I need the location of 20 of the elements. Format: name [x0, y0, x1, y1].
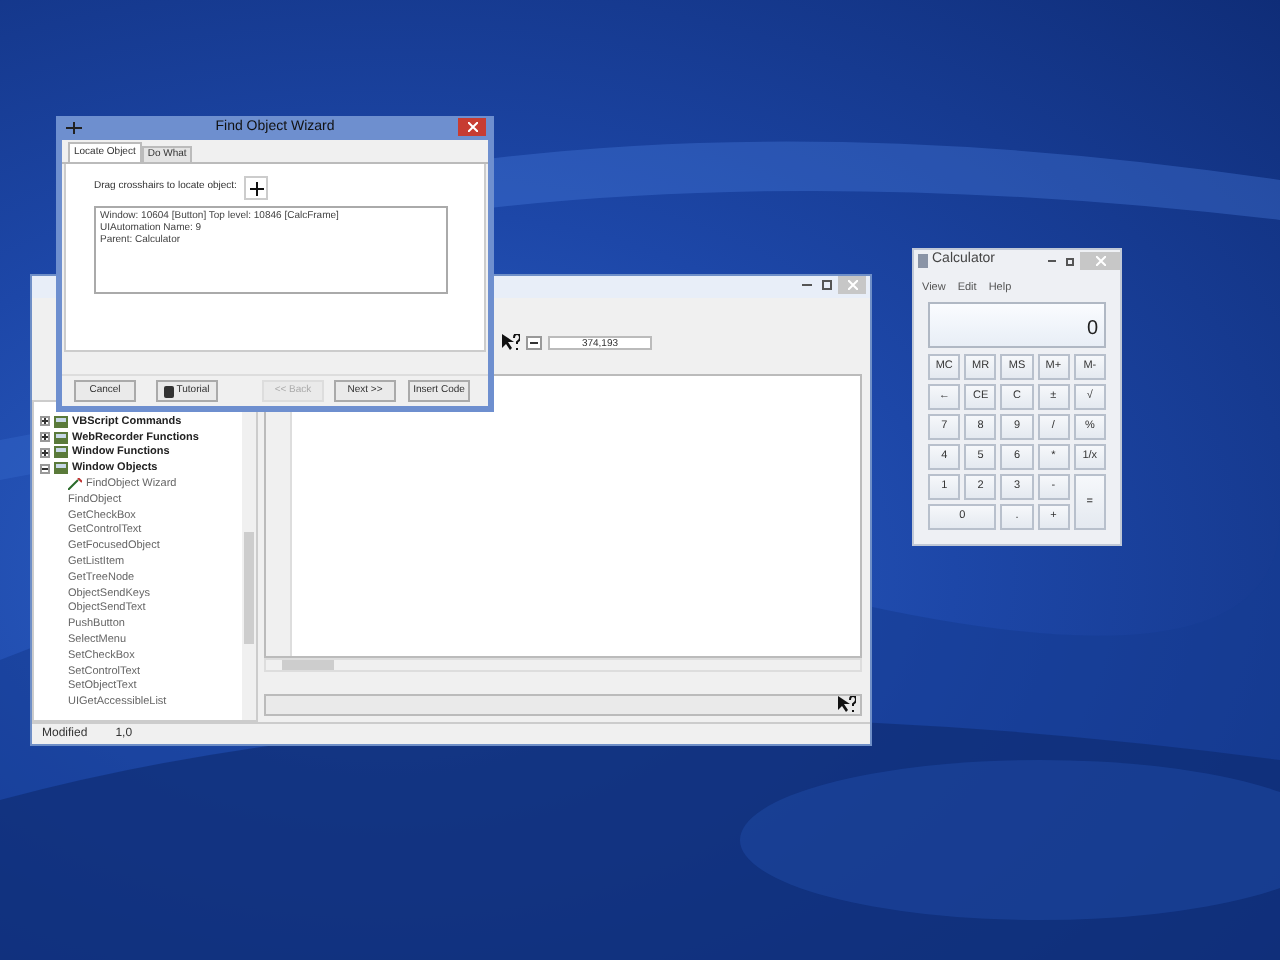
calculator-icon [918, 254, 928, 268]
close-button[interactable] [458, 118, 486, 136]
close-icon [1095, 256, 1105, 266]
maximize-button[interactable] [1062, 252, 1076, 270]
crosshair-button[interactable] [244, 176, 269, 200]
close-icon [847, 280, 857, 290]
expander-icon[interactable] [40, 416, 50, 427]
pointer-help-icon[interactable] [502, 333, 520, 351]
pointer-help-icon[interactable] [838, 696, 856, 714]
maximize-button[interactable] [818, 276, 834, 294]
expander-icon[interactable] [40, 447, 50, 458]
calculator-display: 0 [928, 302, 1106, 348]
output-field[interactable] [264, 694, 862, 716]
close-icon [467, 122, 477, 132]
expander-icon[interactable] [40, 432, 50, 443]
dropdown-button[interactable] [526, 335, 542, 349]
crosshair-icon [66, 122, 82, 134]
wand-icon [68, 478, 82, 491]
horizontal-scrollbar[interactable] [264, 658, 862, 672]
expander-icon[interactable] [40, 463, 50, 474]
